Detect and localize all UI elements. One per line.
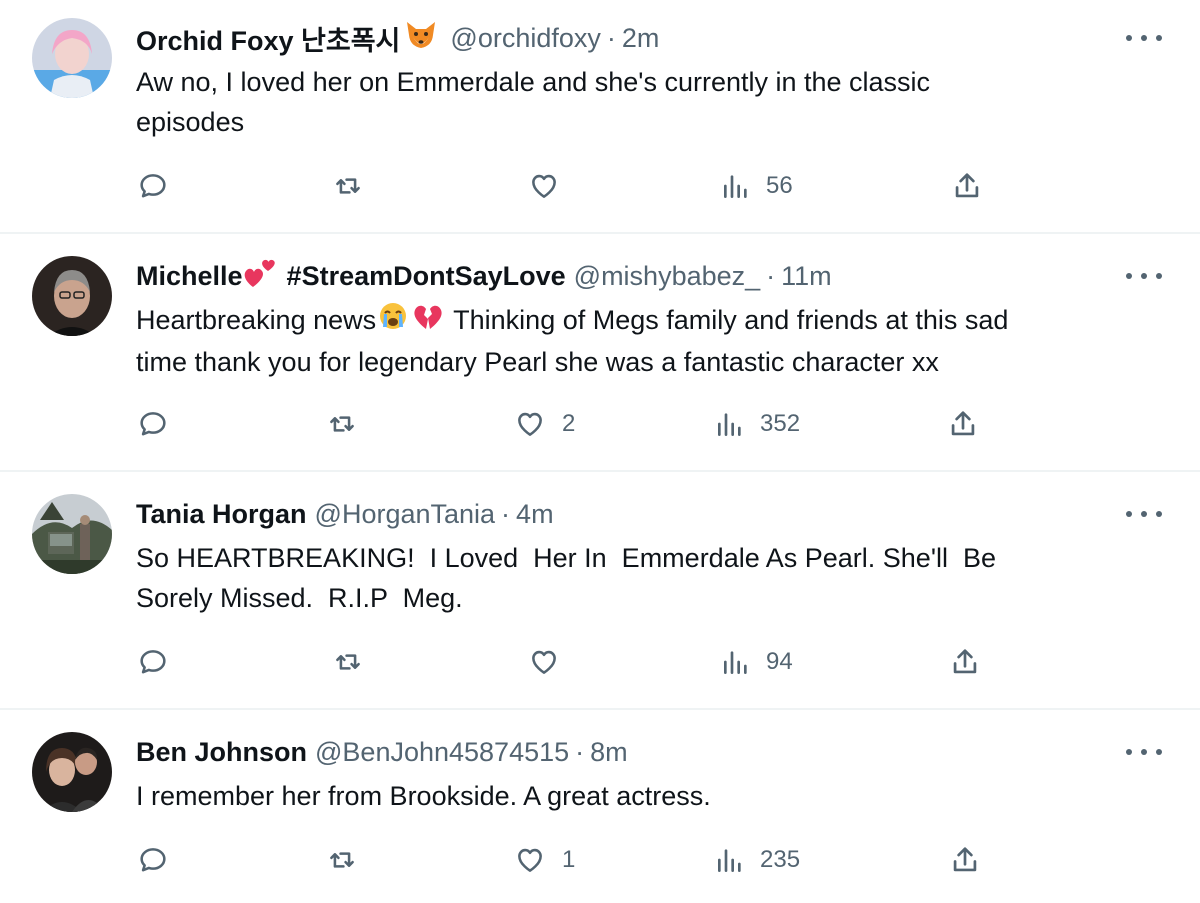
reply-button[interactable] xyxy=(136,644,184,680)
repost-button[interactable] xyxy=(330,644,380,680)
repost-button[interactable] xyxy=(330,168,380,204)
like-icon xyxy=(526,645,562,679)
like-icon xyxy=(512,843,548,877)
reply-button[interactable] xyxy=(136,406,184,442)
tweet-mishybabez[interactable]: Michelle #StreamDontSayLove @mishybabez_… xyxy=(0,234,1200,470)
broken-heart-emoji xyxy=(412,301,444,342)
reply-icon xyxy=(136,843,170,877)
views-count: 94 xyxy=(766,648,793,675)
timestamp[interactable]: 4m xyxy=(516,499,554,530)
tweet-text: Heartbreaking news Thinking of Megs fami… xyxy=(136,300,1156,382)
author-name[interactable]: Tania Horgan xyxy=(136,499,307,530)
tweet-text: So HEARTBREAKING! I Loved Her In Emmerda… xyxy=(136,543,997,613)
like-button[interactable] xyxy=(526,644,576,680)
views-icon xyxy=(720,170,752,202)
tweet-benjohn[interactable]: Ben Johnson @BenJohn45874515 · 8m I reme… xyxy=(0,710,1200,903)
author-name[interactable]: Ben Johnson xyxy=(136,737,307,768)
tweet-text: Aw no, I loved her on Emmerdale and she'… xyxy=(136,67,931,137)
reply-button[interactable] xyxy=(136,842,184,878)
share-icon xyxy=(950,169,984,203)
author-handle[interactable]: @BenJohn45874515 xyxy=(315,737,569,768)
share-button[interactable] xyxy=(946,406,980,442)
more-icon[interactable] xyxy=(1126,508,1162,520)
tweet-text-part: Heartbreaking news xyxy=(136,305,377,335)
reply-icon xyxy=(136,169,170,203)
like-count: 2 xyxy=(562,410,576,437)
repost-button[interactable] xyxy=(324,842,374,878)
author-name[interactable]: Michelle xyxy=(136,261,243,292)
views-icon xyxy=(714,844,746,876)
tweet-orchidfoxy[interactable]: Orchid Foxy 난초폭시 @orchidfoxy · 2m Aw no,… xyxy=(0,0,1200,232)
avatar-orchidfoxy[interactable] xyxy=(32,18,112,98)
share-button[interactable] xyxy=(948,842,982,878)
author-handle[interactable]: @orchidfoxy xyxy=(450,23,600,54)
repost-icon xyxy=(330,169,366,203)
share-button[interactable] xyxy=(948,644,982,680)
like-button[interactable] xyxy=(526,168,576,204)
views-button[interactable]: 352 xyxy=(714,406,800,442)
author-name-hashtag[interactable]: #StreamDontSayLove xyxy=(287,261,566,292)
separator-dot: · xyxy=(606,22,616,53)
repost-icon xyxy=(324,843,360,877)
author-name[interactable]: Orchid Foxy 난초폭시 xyxy=(136,19,400,58)
repost-icon xyxy=(330,645,366,679)
repost-button[interactable] xyxy=(324,406,374,442)
reply-icon xyxy=(136,407,170,441)
tweet-horgantania[interactable]: Tania Horgan @HorganTania · 4m So HEARTB… xyxy=(0,472,1200,708)
views-icon xyxy=(714,408,746,440)
views-button[interactable]: 235 xyxy=(714,842,800,878)
more-icon[interactable] xyxy=(1126,32,1162,44)
loudly-crying-face-emoji xyxy=(378,301,408,342)
avatar-benjohn[interactable] xyxy=(32,732,112,812)
like-icon xyxy=(526,169,562,203)
tweet-text: I remember her from Brookside. A great a… xyxy=(136,781,711,811)
like-icon xyxy=(512,407,548,441)
share-icon xyxy=(948,645,982,679)
views-count: 352 xyxy=(760,410,801,437)
separator-dot: · xyxy=(575,736,585,767)
views-button[interactable]: 56 xyxy=(720,168,793,204)
timestamp[interactable]: 8m xyxy=(590,737,628,768)
like-button[interactable]: 1 xyxy=(512,842,575,878)
separator-dot: · xyxy=(501,498,511,529)
avatar-horgantania[interactable] xyxy=(32,494,112,574)
share-icon xyxy=(948,843,982,877)
more-icon[interactable] xyxy=(1126,270,1162,282)
reply-button[interactable] xyxy=(136,168,184,204)
reply-icon xyxy=(136,645,170,679)
author-handle[interactable]: @mishybabez_ xyxy=(574,261,761,292)
views-icon xyxy=(720,646,752,678)
views-button[interactable]: 94 xyxy=(720,644,793,680)
share-button[interactable] xyxy=(950,168,984,204)
like-count: 1 xyxy=(562,846,576,873)
repost-icon xyxy=(324,407,360,441)
timestamp[interactable]: 2m xyxy=(622,23,660,54)
fox-face-emoji xyxy=(404,20,438,57)
separator-dot: · xyxy=(766,260,776,291)
more-icon[interactable] xyxy=(1126,746,1162,758)
timestamp[interactable]: 11m xyxy=(781,261,832,292)
views-count: 235 xyxy=(760,846,801,873)
two-hearts-emoji xyxy=(243,257,277,296)
like-button[interactable]: 2 xyxy=(512,406,575,442)
views-count: 56 xyxy=(766,172,793,199)
avatar-mishybabez[interactable] xyxy=(32,256,112,336)
share-icon xyxy=(946,407,980,441)
author-handle[interactable]: @HorganTania xyxy=(315,499,496,530)
